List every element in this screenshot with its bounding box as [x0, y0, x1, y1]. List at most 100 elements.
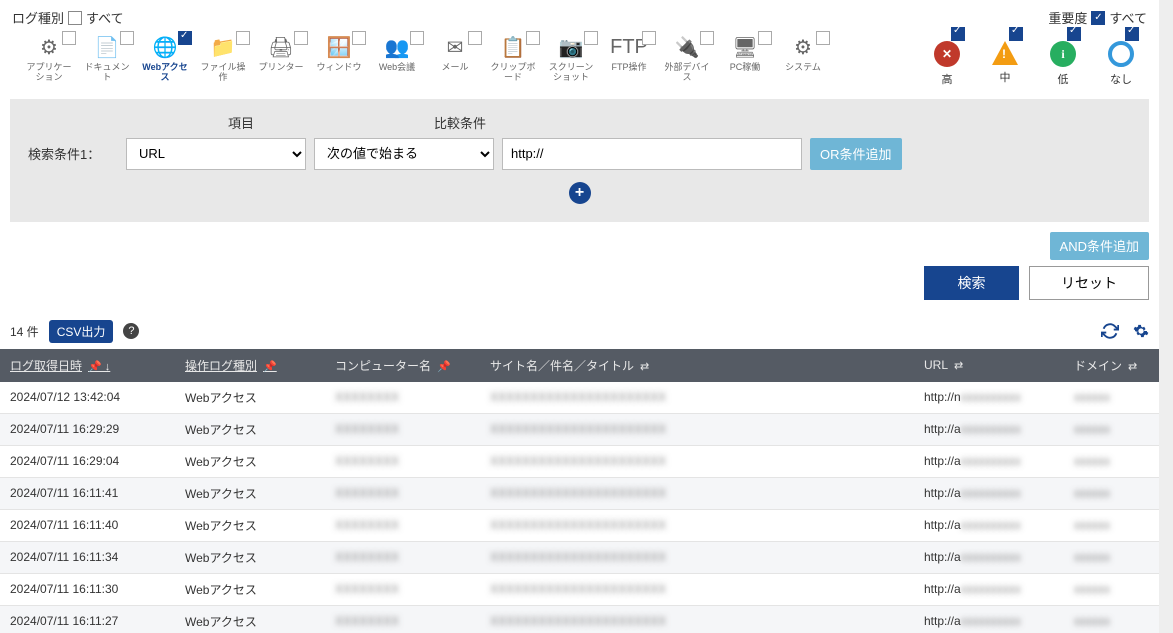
- reset-button[interactable]: リセット: [1029, 266, 1149, 300]
- col-kind[interactable]: 操作ログ種別📌: [175, 349, 325, 382]
- pin-icon[interactable]: ⇄: [640, 361, 649, 373]
- severity-なし[interactable]: なし: [1101, 31, 1141, 87]
- table-row[interactable]: 2024/07/11 16:29:04WebアクセスXXXXXXXXXXXXXX…: [0, 445, 1159, 477]
- cell-domain: xxxxxx: [1064, 573, 1159, 605]
- csv-export-button[interactable]: CSV出力: [49, 320, 114, 343]
- table-row[interactable]: 2024/07/11 16:11:30WebアクセスXXXXXXXXXXXXXX…: [0, 573, 1159, 605]
- cell-domain: xxxxxx: [1064, 413, 1159, 445]
- log-type-label: プリンター: [258, 63, 303, 73]
- cell-title: XXXXXXXXXXXXXXXXXXXXXX: [480, 382, 914, 414]
- log-type-label: システム: [785, 63, 821, 73]
- log-type-checkbox[interactable]: [294, 31, 308, 45]
- cell-domain: xxxxxx: [1064, 477, 1159, 509]
- col-title[interactable]: サイト名／件名／タイトル⇄: [480, 349, 914, 382]
- or-add-button[interactable]: OR条件追加: [810, 138, 902, 170]
- severity-all-checkbox[interactable]: ✓: [1091, 11, 1105, 25]
- log-type-checkbox[interactable]: [410, 31, 424, 45]
- log-type-6[interactable]: 👥Web会議: [372, 33, 422, 83]
- table-row[interactable]: 2024/07/12 13:42:04WebアクセスXXXXXXXXXXXXXX…: [0, 382, 1159, 414]
- log-type-8[interactable]: 📋クリップボード: [488, 33, 538, 83]
- severity-checkbox[interactable]: [1009, 27, 1023, 41]
- log-type-10[interactable]: FTPFTP操作: [604, 33, 654, 83]
- search-item-select[interactable]: URL: [126, 138, 306, 170]
- search-conditions: 項目 比較条件 検索条件1： URL 次の値で始まる OR条件追加 +: [10, 99, 1149, 222]
- cell-kind: Webアクセス: [175, 477, 325, 509]
- log-type-3[interactable]: 📁ファイル操作: [198, 33, 248, 83]
- log-type-label: ログ種別: [12, 8, 64, 27]
- refresh-icon[interactable]: [1101, 322, 1119, 340]
- severity-高[interactable]: ✕高: [927, 31, 967, 87]
- pin-icon[interactable]: 📌 ↓: [88, 361, 110, 373]
- log-type-12[interactable]: 🖥PC稼働: [720, 33, 770, 83]
- log-type-checkbox[interactable]: [700, 31, 714, 45]
- log-type-checkbox[interactable]: [642, 31, 656, 45]
- log-type-checkbox[interactable]: [584, 31, 598, 45]
- log-type-checkbox[interactable]: [120, 31, 134, 45]
- pin-icon[interactable]: 📌: [263, 361, 277, 373]
- table-row[interactable]: 2024/07/11 16:11:34WebアクセスXXXXXXXXXXXXXX…: [0, 541, 1159, 573]
- search-value-input[interactable]: [502, 138, 802, 170]
- severity-中[interactable]: !中: [985, 31, 1025, 87]
- log-type-13[interactable]: ⚙システム: [778, 33, 828, 83]
- settings-icon[interactable]: [1133, 323, 1149, 339]
- log-type-1[interactable]: 📄ドキュメント: [82, 33, 132, 83]
- log-type-checkbox[interactable]: [62, 31, 76, 45]
- col-datetime[interactable]: ログ取得日時📌 ↓: [0, 349, 175, 382]
- help-icon[interactable]: ?: [123, 323, 139, 339]
- cell-computer: XXXXXXXX: [325, 509, 480, 541]
- log-type-4[interactable]: 🖨プリンター: [256, 33, 306, 83]
- cell-datetime: 2024/07/11 16:29:04: [0, 445, 175, 477]
- table-row[interactable]: 2024/07/11 16:11:40WebアクセスXXXXXXXXXXXXXX…: [0, 509, 1159, 541]
- search-cond-select[interactable]: 次の値で始まる: [314, 138, 494, 170]
- col-url[interactable]: URL⇄: [914, 349, 1064, 382]
- table-row[interactable]: 2024/07/11 16:11:27WebアクセスXXXXXXXXXXXXXX…: [0, 605, 1159, 633]
- log-type-checkbox[interactable]: [758, 31, 772, 45]
- cell-datetime: 2024/07/11 16:11:34: [0, 541, 175, 573]
- cell-title: XXXXXXXXXXXXXXXXXXXXXX: [480, 573, 914, 605]
- log-type-label: ウィンドウ: [316, 63, 361, 73]
- results-table: ログ取得日時📌 ↓ 操作ログ種別📌 コンピューター名📌 サイト名／件名／タイトル…: [0, 349, 1159, 633]
- log-type-checkbox[interactable]: [468, 31, 482, 45]
- log-type-checkbox[interactable]: [236, 31, 250, 45]
- log-type-label: 外部デバイス: [662, 63, 712, 83]
- log-type-checkbox[interactable]: [816, 31, 830, 45]
- severity-label: 中: [1000, 69, 1011, 85]
- log-type-label: FTP操作: [612, 63, 647, 73]
- add-row-button[interactable]: +: [569, 182, 591, 204]
- log-type-checkbox[interactable]: [178, 31, 192, 45]
- log-type-checkbox[interactable]: [352, 31, 366, 45]
- log-type-all[interactable]: ログ種別 すべて: [12, 8, 124, 27]
- log-type-label: PC稼働: [730, 63, 761, 73]
- search-button[interactable]: 検索: [924, 266, 1019, 300]
- cell-url: http://axxxxxxxxxx: [914, 541, 1064, 573]
- severity-label: 重要度: [1048, 8, 1087, 27]
- log-type-label: ファイル操作: [198, 63, 248, 83]
- log-type-checkbox[interactable]: [526, 31, 540, 45]
- cell-datetime: 2024/07/11 16:11:30: [0, 573, 175, 605]
- col-domain[interactable]: ドメイン⇄: [1064, 349, 1159, 382]
- cell-computer: XXXXXXXX: [325, 413, 480, 445]
- pin-icon[interactable]: ⇄: [954, 360, 963, 372]
- severity-checkbox[interactable]: [1067, 27, 1081, 41]
- log-type-all-checkbox[interactable]: [68, 11, 82, 25]
- severity-checkbox[interactable]: [1125, 27, 1139, 41]
- pin-icon[interactable]: 📌: [437, 361, 451, 373]
- log-type-11[interactable]: 🔌外部デバイス: [662, 33, 712, 83]
- and-add-button[interactable]: AND条件追加: [1050, 232, 1149, 260]
- log-type-9[interactable]: 📷スクリーンショット: [546, 33, 596, 83]
- table-row[interactable]: 2024/07/11 16:29:29WebアクセスXXXXXXXXXXXXXX…: [0, 413, 1159, 445]
- table-row[interactable]: 2024/07/11 16:11:41WebアクセスXXXXXXXXXXXXXX…: [0, 477, 1159, 509]
- pin-icon[interactable]: ⇄: [1128, 361, 1137, 373]
- log-type-2[interactable]: 🌐Webアクセス: [140, 33, 190, 83]
- log-type-5[interactable]: 🪟ウィンドウ: [314, 33, 364, 83]
- severity-label: なし: [1110, 71, 1132, 87]
- severity-checkbox[interactable]: [951, 27, 965, 41]
- cell-computer: XXXXXXXX: [325, 382, 480, 414]
- search-row-label: 検索条件1：: [28, 144, 118, 163]
- log-type-7[interactable]: ✉メール: [430, 33, 480, 83]
- log-type-0[interactable]: ⚙アプリケーション: [24, 33, 74, 83]
- cell-domain: xxxxxx: [1064, 605, 1159, 633]
- col-computer[interactable]: コンピューター名📌: [325, 349, 480, 382]
- cell-title: XXXXXXXXXXXXXXXXXXXXXX: [480, 541, 914, 573]
- severity-低[interactable]: i低: [1043, 31, 1083, 87]
